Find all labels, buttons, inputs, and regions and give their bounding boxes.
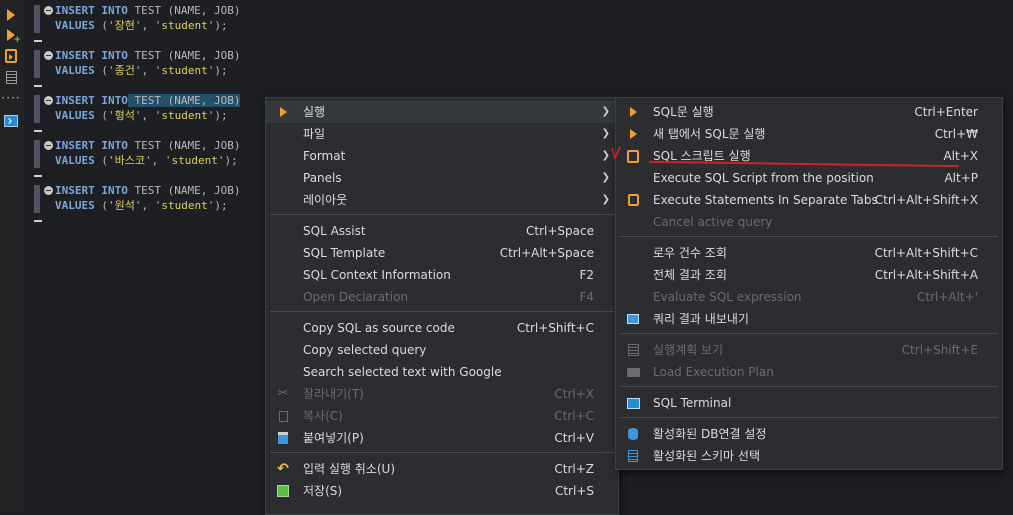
annotation-check-mark (611, 146, 621, 160)
copy-icon (276, 409, 290, 423)
menu-item-save[interactable]: 저장(S) Ctrl+S (266, 480, 618, 502)
submenu-item-execute-separate-tabs[interactable]: Execute Statements In Separate Tabs Ctrl+… (616, 189, 1002, 211)
script-icon (626, 149, 640, 163)
collapse-icon[interactable] (44, 6, 53, 15)
menu-item-layout[interactable]: 레이아웃 ❯ (266, 189, 618, 211)
editor-toolbar: + ···· (0, 0, 24, 513)
menu-item-format[interactable]: Format ❯ (266, 145, 618, 167)
menu-item-copy: 복사(C) Ctrl+C (266, 405, 618, 427)
submenu-item-fetch-all[interactable]: 전체 결과 조회 Ctrl+Alt+Shift+A (616, 264, 1002, 286)
schema-icon (626, 449, 640, 463)
execute-submenu: SQL문 실행 Ctrl+Enter 새 탭에서 SQL문 실행 Ctrl+₩ SQ… (615, 97, 1003, 470)
submenu-item-load-plan: Load Execution Plan (616, 361, 1002, 383)
submenu-item-sql-terminal[interactable]: SQL Terminal (616, 392, 1002, 414)
chevron-right-icon: ❯ (601, 106, 610, 117)
collapse-icon[interactable] (44, 141, 53, 150)
menu-item-sql-context-info[interactable]: SQL Context Information F2 (266, 264, 618, 286)
export-icon (626, 312, 640, 326)
run-new-tab-icon (626, 127, 640, 141)
menu-separator (620, 386, 998, 387)
chevron-right-icon: ❯ (601, 172, 610, 183)
submenu-item-cancel-query: Cancel active query (653, 215, 773, 229)
menu-item-execute[interactable]: 실행 ❯ (266, 101, 618, 123)
menu-separator (620, 236, 998, 237)
menu-separator (620, 417, 998, 418)
run-icon[interactable] (3, 7, 19, 23)
script-icon[interactable] (3, 48, 19, 64)
submenu-item-execute-from-position[interactable]: Execute SQL Script from the position Alt+… (616, 167, 1002, 189)
menu-separator (270, 452, 614, 453)
menu-separator (270, 311, 614, 312)
plan-icon (626, 343, 640, 357)
undo-icon: ↶ (277, 461, 289, 477)
chevron-right-icon: ❯ (601, 128, 610, 139)
submenu-item-explain-plan: 실행계획 보기 Ctrl+Shift+E (616, 339, 1002, 361)
more-icon[interactable]: ···· (1, 90, 19, 106)
submenu-item-evaluate-expression: Evaluate SQL expression Ctrl+Alt+' (653, 290, 978, 304)
menu-item-file[interactable]: 파일 ❯ (266, 123, 618, 145)
terminal-icon (626, 396, 640, 410)
submenu-item-row-count[interactable]: 로우 건수 조회 Ctrl+Alt+Shift+C (616, 242, 1002, 264)
submenu-item-active-schema[interactable]: 활성화된 스키마 선택 (616, 445, 1002, 467)
run-icon (276, 105, 290, 119)
menu-separator (270, 214, 614, 215)
folder-icon (626, 365, 640, 379)
menu-item-undo[interactable]: ↶ 입력 실행 취소(U) Ctrl+Z (266, 458, 618, 480)
menu-item-cut: ✂ 잘라내기(T) Ctrl+X (277, 386, 594, 401)
scissors-icon: ✂ (277, 386, 289, 401)
terminal-icon[interactable] (3, 113, 19, 129)
menu-item-open-declaration: Open Declaration F4 (303, 290, 594, 304)
chevron-right-icon: ❯ (601, 150, 610, 161)
menu-item-copy-sql-source[interactable]: Copy SQL as source code Ctrl+Shift+C (266, 317, 618, 339)
run-icon (626, 105, 640, 119)
menu-item-search-google[interactable]: Search selected text with Google (266, 361, 618, 383)
collapse-icon[interactable] (44, 51, 53, 60)
menu-item-panels[interactable]: Panels ❯ (266, 167, 618, 189)
document-icon[interactable] (3, 69, 19, 85)
submenu-item-execute-new-tab[interactable]: 새 탭에서 SQL문 실행 Ctrl+₩ (616, 123, 1002, 145)
save-icon (276, 484, 290, 498)
menu-item-copy-selected-query[interactable]: Copy selected query (266, 339, 618, 361)
paste-icon (276, 431, 290, 445)
database-icon (626, 427, 640, 441)
chevron-right-icon: ❯ (601, 194, 610, 205)
menu-item-paste[interactable]: 붙여넣기(P) Ctrl+V (266, 427, 618, 449)
menu-item-sql-template[interactable]: SQL Template Ctrl+Alt+Space (266, 242, 618, 264)
submenu-item-active-connection[interactable]: 활성화된 DB연결 설정 (616, 423, 1002, 445)
submenu-item-export-results[interactable]: 쿼리 결과 내보내기 (616, 308, 1002, 330)
run-new-tab-icon[interactable]: + (3, 27, 21, 45)
menu-separator (620, 333, 998, 334)
submenu-item-execute-sql[interactable]: SQL문 실행 Ctrl+Enter (616, 101, 1002, 123)
menu-item-sql-assist[interactable]: SQL Assist Ctrl+Space (266, 220, 618, 242)
collapse-icon[interactable] (44, 96, 53, 105)
script-tabs-icon (626, 193, 640, 207)
collapse-icon[interactable] (44, 186, 53, 195)
context-menu: 실행 ❯ 파일 ❯ Format ❯ Panels ❯ 레이아웃 ❯ SQL Assist… (265, 97, 619, 515)
